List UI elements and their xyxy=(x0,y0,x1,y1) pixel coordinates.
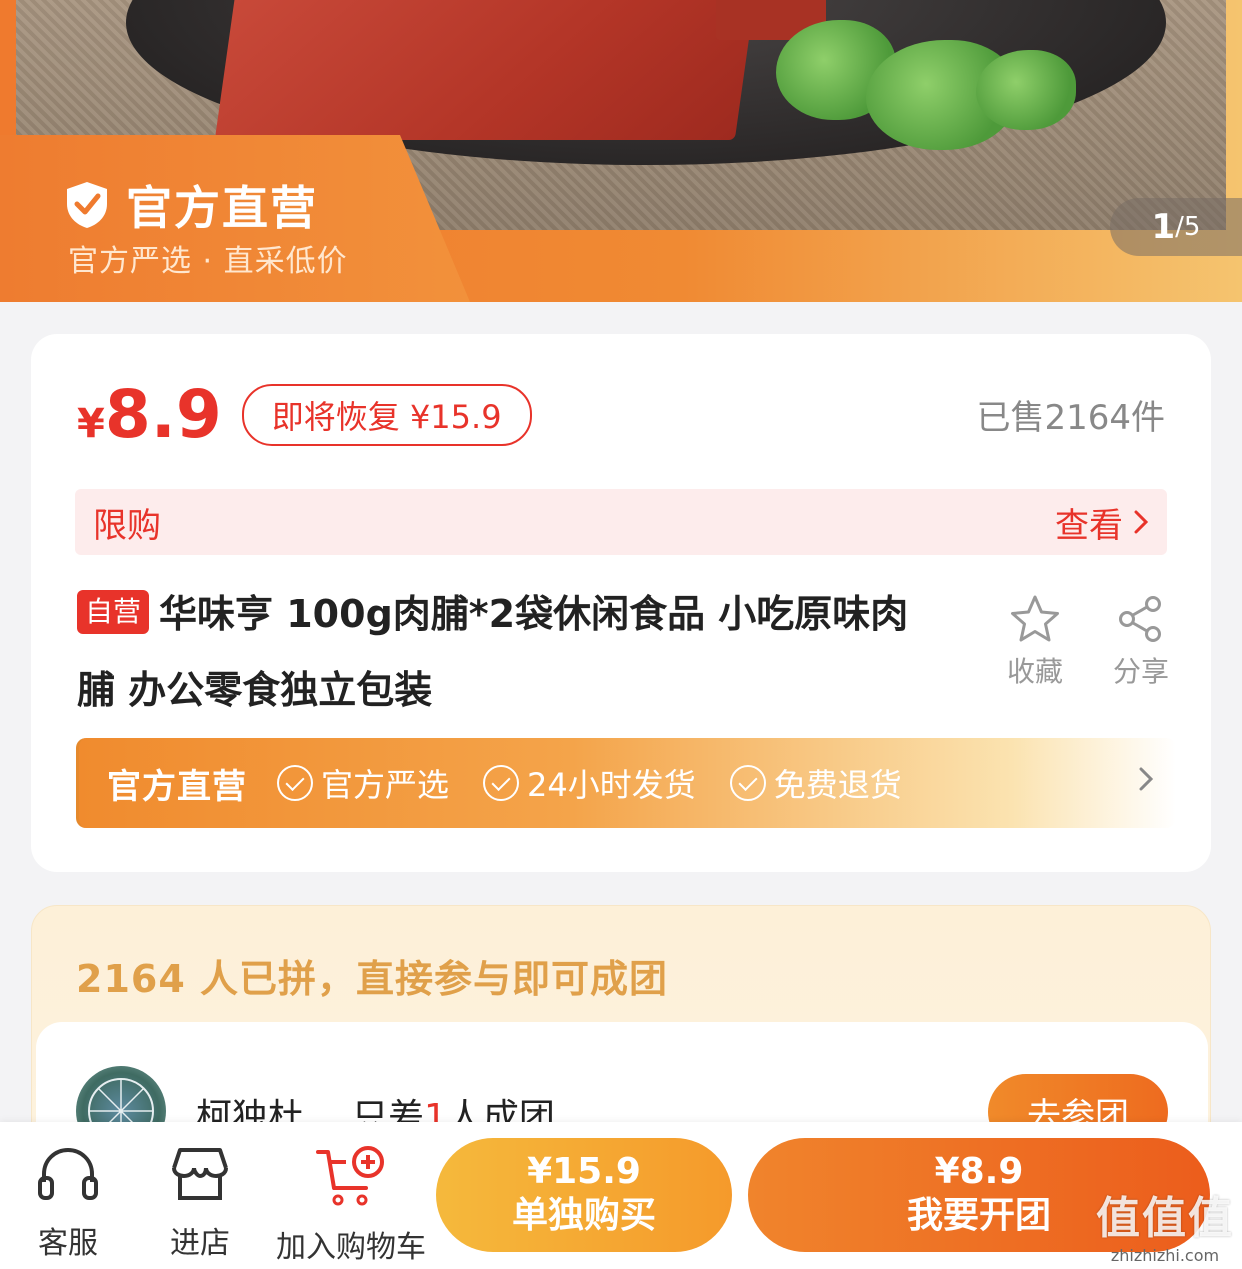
buy-alone-label: 单独购买 xyxy=(511,1195,656,1236)
add-to-cart-button[interactable]: 加入购物车 xyxy=(276,1146,426,1266)
check-circle-icon xyxy=(483,765,520,801)
share-label: 分享 xyxy=(1113,655,1170,688)
star-icon xyxy=(1011,595,1059,642)
image-pager: 1 /5 xyxy=(1110,198,1242,256)
product-title-text: 华味亨 100g肉脯*2袋休闲食品 小吃原味肉脯 办公零食独立包装 xyxy=(77,592,909,712)
guarantee-brand: 官方直营 xyxy=(107,766,247,807)
view-label: 查看 xyxy=(1055,505,1123,546)
shield-check-icon xyxy=(67,182,107,228)
official-brand-subtitle: 官方严选 · 直采低价 xyxy=(68,244,348,279)
store-label: 进店 xyxy=(170,1226,230,1261)
guarantee-item: 24小时发货 xyxy=(483,760,696,806)
store-icon xyxy=(172,1148,228,1200)
restore-price-badge: 即将恢复 ¥15.9 xyxy=(241,383,532,446)
buy-alone-price: ¥15.9 xyxy=(527,1151,641,1192)
official-brand: 官方直营 xyxy=(64,172,318,238)
service-guarantee-bar[interactable]: 官方直营 官方严选 24小时发货 免费退货 xyxy=(76,738,1176,828)
customer-service-label: 客服 xyxy=(38,1226,98,1261)
chevron-right-icon xyxy=(1139,767,1154,791)
store-button[interactable]: 进店 xyxy=(168,1146,232,1262)
jerky-image xyxy=(214,0,758,140)
favorite-label: 收藏 xyxy=(1007,655,1064,688)
official-brand-title: 官方直营 xyxy=(126,181,318,235)
bottom-action-bar: 客服 进店 加入购物车 ¥15.9 单独购买 ¥8.9 我要开团 值值值 zhi… xyxy=(0,1122,1242,1269)
group-buy-title: 2164 人已拼，直接参与即可成团 xyxy=(76,957,668,1001)
site-watermark: 值值值 zhizhizhi.com xyxy=(1096,1182,1234,1265)
guarantee-item-label: 免费退货 xyxy=(773,766,902,804)
pager-current: 1 xyxy=(1151,207,1176,247)
share-button[interactable]: 分享 xyxy=(1113,594,1169,690)
purchase-limit-bar[interactable]: 限购 查看 xyxy=(75,489,1167,555)
start-group-label: 我要开团 xyxy=(906,1195,1051,1236)
guarantee-item-label: 官方严选 xyxy=(321,766,450,804)
buy-alone-button[interactable]: ¥15.9 单独购买 xyxy=(436,1138,732,1252)
add-cart-icon xyxy=(316,1146,384,1206)
purchase-limit-label: 限购 xyxy=(93,505,161,546)
chevron-right-icon xyxy=(1134,510,1149,534)
guarantee-item: 官方严选 xyxy=(277,760,449,806)
sold-count: 已售2164件 xyxy=(976,398,1165,438)
product-info-card: ¥ 8.9 即将恢复 ¥15.9 已售2164件 限购 查看 自营 华味亨 100… xyxy=(31,334,1211,872)
self-operated-tag: 自营 xyxy=(77,590,150,634)
check-circle-icon xyxy=(277,765,313,801)
price-value: 8.9 xyxy=(104,376,222,453)
mint-leaf-image xyxy=(976,50,1076,130)
current-price: ¥ 8.9 xyxy=(77,376,222,453)
add-to-cart-label: 加入购物车 xyxy=(276,1230,426,1265)
check-circle-icon xyxy=(729,765,766,801)
headset-icon xyxy=(38,1147,98,1200)
watermark-url: zhizhizhi.com xyxy=(1110,1246,1220,1265)
product-title: 自营 华味亨 100g肉脯*2袋休闲食品 小吃原味肉脯 办公零食独立包装 xyxy=(77,576,917,728)
price-row: ¥ 8.9 即将恢复 ¥15.9 xyxy=(77,376,532,453)
customer-service-button[interactable]: 客服 xyxy=(36,1146,100,1262)
product-hero-banner[interactable]: 官方直营 官方严选 · 直采低价 1 /5 xyxy=(0,0,1242,302)
pager-total: /5 xyxy=(1175,212,1201,242)
favorite-button[interactable]: 收藏 xyxy=(1007,594,1063,690)
guarantee-item: 免费退货 xyxy=(729,760,902,806)
start-group-price: ¥8.9 xyxy=(934,1151,1024,1192)
watermark-logo: 值值值 xyxy=(1096,1193,1234,1244)
share-icon xyxy=(1119,596,1161,642)
purchase-limit-view[interactable]: 查看 xyxy=(1055,498,1149,547)
guarantee-item-label: 24小时发货 xyxy=(527,766,696,804)
price-symbol: ¥ xyxy=(77,401,105,447)
